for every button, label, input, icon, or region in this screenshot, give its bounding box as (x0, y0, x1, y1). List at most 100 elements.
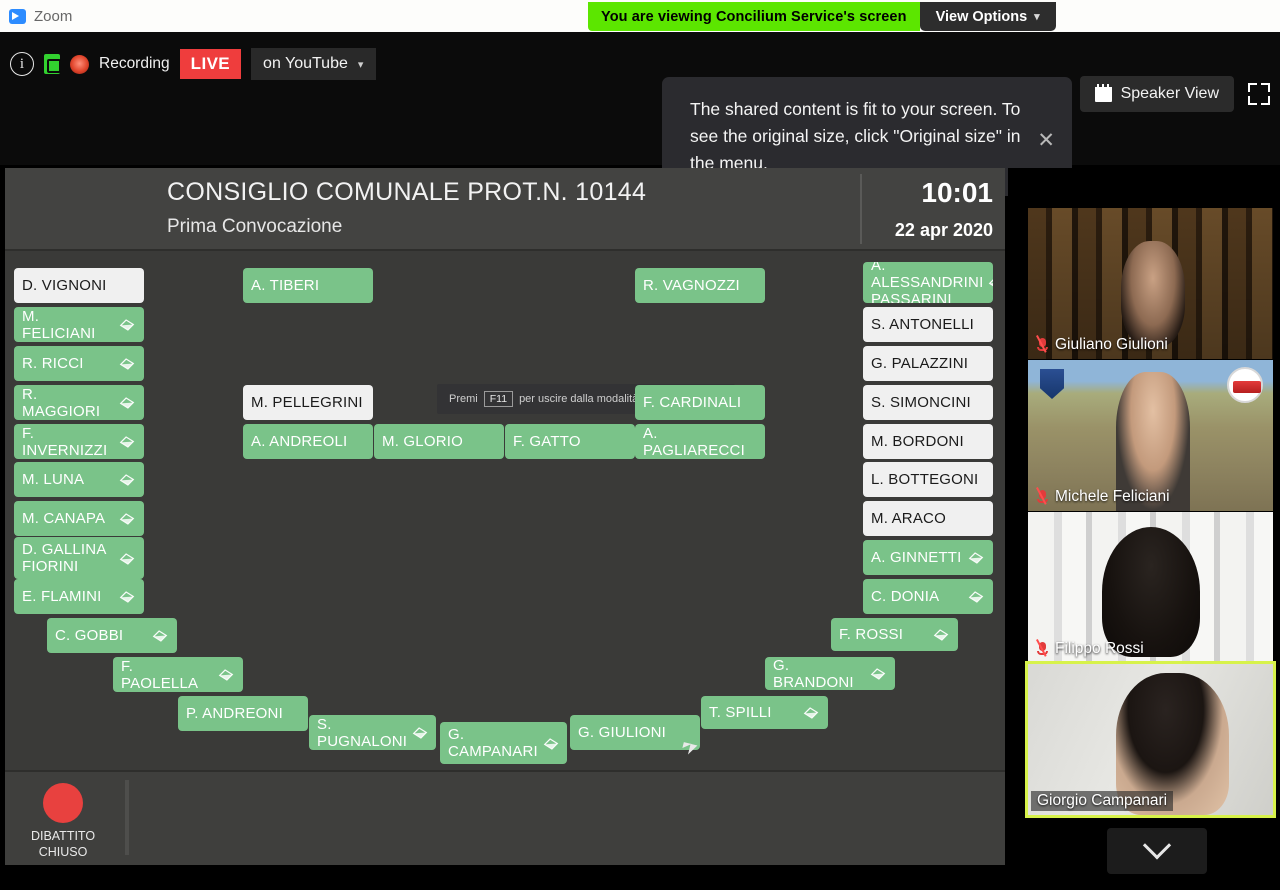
microphone-icon (119, 319, 135, 331)
seat-badge[interactable]: G. GIULIONI (570, 715, 700, 750)
seat-badge[interactable]: A. ALESSANDRINI PASSARINI (863, 262, 993, 303)
seat-badge[interactable]: C. DONIA (863, 579, 993, 614)
info-icon[interactable]: i (10, 52, 34, 76)
seat-badge[interactable]: S. SIMONCINI (863, 385, 993, 420)
participant-name-text: Giorgio Campanari (1037, 792, 1168, 809)
view-options-button[interactable]: View Options ▾ (919, 2, 1056, 31)
party-logo-icon (1227, 367, 1263, 403)
seat-badge[interactable]: F. ROSSI (831, 618, 958, 651)
seat-name-label: A. ALESSANDRINI PASSARINI (871, 262, 984, 303)
recording-icon[interactable] (70, 54, 89, 74)
fullscreen-icon[interactable] (1248, 83, 1270, 105)
microphone-icon (119, 397, 135, 409)
board-date: 22 apr 2020 (894, 220, 993, 240)
seat-badge[interactable]: M. PELLEGRINI (243, 385, 373, 420)
seat-badge[interactable]: F. GATTO (505, 424, 635, 459)
seat-badge[interactable]: A. PAGLIARECCI (635, 424, 765, 459)
screen-share-banner: You are viewing Concilium Service's scre… (588, 2, 1056, 31)
seat-badge[interactable]: R. VAGNOZZI (635, 268, 765, 303)
board-subtitle: Prima Convocazione (167, 216, 343, 237)
seat-badge[interactable]: L. BOTTEGONI (863, 462, 993, 497)
zoom-logo-icon (9, 8, 26, 24)
participant-video-tile[interactable]: Michele Feliciani (1028, 360, 1273, 511)
seat-badge[interactable]: S. PUGNALONI (309, 715, 436, 750)
participant-video-tile[interactable]: Giorgio Campanari (1025, 661, 1276, 818)
live-platform-button[interactable]: on YouTube ▾ (251, 48, 377, 80)
microphone-icon (152, 630, 168, 642)
seat-badge[interactable]: G. CAMPANARI (440, 722, 567, 764)
seat-name-label: A. TIBERI (251, 277, 320, 294)
close-icon[interactable]: ✕ (1037, 130, 1055, 151)
seat-badge[interactable]: F. PAOLELLA (113, 657, 243, 692)
seat-name-label: E. FLAMINI (22, 588, 102, 605)
seat-badge[interactable]: A. GINNETTI (863, 540, 993, 575)
seat-name-label: A. GINNETTI (871, 549, 962, 566)
debate-status-line2: CHIUSO (38, 845, 88, 859)
seat-name-label: R. RICCI (22, 355, 84, 372)
live-platform-label: on YouTube (263, 55, 348, 72)
seat-badge[interactable]: M. GLORIO (374, 424, 504, 459)
seat-badge[interactable]: G. BRANDONI (765, 657, 895, 690)
seat-name-label: F. CARDINALI (643, 394, 742, 411)
seat-badge[interactable]: E. FLAMINI (14, 579, 144, 614)
speaker-view-button[interactable]: Speaker View (1079, 76, 1234, 112)
zoom-meeting-window: Zoom You are viewing Concilium Service's… (0, 0, 1280, 890)
seat-badge[interactable]: S. ANTONELLI (863, 307, 993, 342)
sharing-status-label: You are viewing Concilium Service's scre… (588, 2, 920, 31)
seat-name-label: A. ANDREOLI (251, 433, 348, 450)
microphone-icon (119, 513, 135, 525)
seat-name-label: P. ANDREONI (186, 705, 283, 722)
seat-badge[interactable]: D. GALLINA FIORINI (14, 537, 144, 579)
red-dot-icon (43, 783, 83, 823)
muted-microphone-icon (1036, 335, 1049, 353)
microphone-icon (119, 358, 135, 370)
seat-badge[interactable]: F. CARDINALI (635, 385, 765, 420)
seat-name-label: M. BORDONI (871, 433, 964, 450)
participant-video-tile[interactable]: Filippo Rossi (1028, 512, 1273, 663)
seat-name-label: M. FELICIANI (22, 307, 96, 342)
meeting-status-group: i Recording LIVE on YouTube ▾ (10, 48, 377, 80)
lock-icon[interactable] (44, 54, 61, 74)
grid-view-icon (1094, 83, 1112, 102)
microphone-icon (543, 737, 559, 750)
seat-badge[interactable]: D. VIGNONI (14, 268, 144, 303)
seat-badge[interactable]: P. ANDREONI (178, 696, 308, 731)
microphone-icon (968, 591, 984, 603)
participant-name-label: Filippo Rossi (1031, 639, 1150, 659)
seat-name-label: S. SIMONCINI (871, 394, 971, 411)
board-title: CONSIGLIO COMUNALE PROT.N. 10144 (167, 178, 647, 206)
seat-name-label: M. PELLEGRINI (251, 394, 363, 411)
seat-name-label: S. PUGNALONI (317, 715, 408, 750)
seat-badge[interactable]: A. TIBERI (243, 268, 373, 303)
seat-badge[interactable]: M. ARACO (863, 501, 993, 536)
seat-name-label: R. MAGGIORI (22, 385, 101, 420)
participant-name-label: Giorgio Campanari (1031, 791, 1174, 811)
seat-badge[interactable]: M. FELICIANI (14, 307, 144, 342)
seat-name-label: C. DONIA (871, 588, 940, 605)
seat-name-label: A. PAGLIARECCI (643, 424, 745, 459)
participant-name-label: Giuliano Giulioni (1031, 335, 1174, 355)
participant-name-text: Filippo Rossi (1055, 640, 1144, 657)
seat-name-label: G. PALAZZINI (871, 355, 969, 372)
microphone-icon (119, 436, 135, 448)
seat-badge[interactable]: G. PALAZZINI (863, 346, 993, 381)
participant-video-tile[interactable]: Giuliano Giulioni (1028, 208, 1273, 359)
seat-badge[interactable]: M. CANAPA (14, 501, 144, 536)
chevron-down-icon: ▾ (357, 58, 364, 71)
live-badge: LIVE (179, 49, 242, 79)
seat-badge[interactable]: C. GOBBI (47, 618, 177, 653)
seat-badge[interactable]: M. BORDONI (863, 424, 993, 459)
microphone-icon (933, 629, 949, 641)
seat-badge[interactable]: T. SPILLI (701, 696, 828, 729)
seat-badge[interactable]: R. RICCI (14, 346, 144, 381)
scroll-down-button[interactable] (1107, 828, 1207, 874)
seat-badge[interactable]: A. ANDREOLI (243, 424, 373, 459)
seat-badge[interactable]: R. MAGGIORI (14, 385, 144, 420)
seat-name-label: G. BRANDONI (773, 657, 854, 690)
seat-badge[interactable]: M. LUNA (14, 462, 144, 497)
hint-key: F11 (483, 391, 514, 407)
seat-name-label: M. ARACO (871, 510, 946, 527)
microphone-icon (968, 552, 984, 564)
seat-name-label: T. SPILLI (709, 704, 772, 721)
seat-badge[interactable]: F. INVERNIZZI (14, 424, 144, 459)
